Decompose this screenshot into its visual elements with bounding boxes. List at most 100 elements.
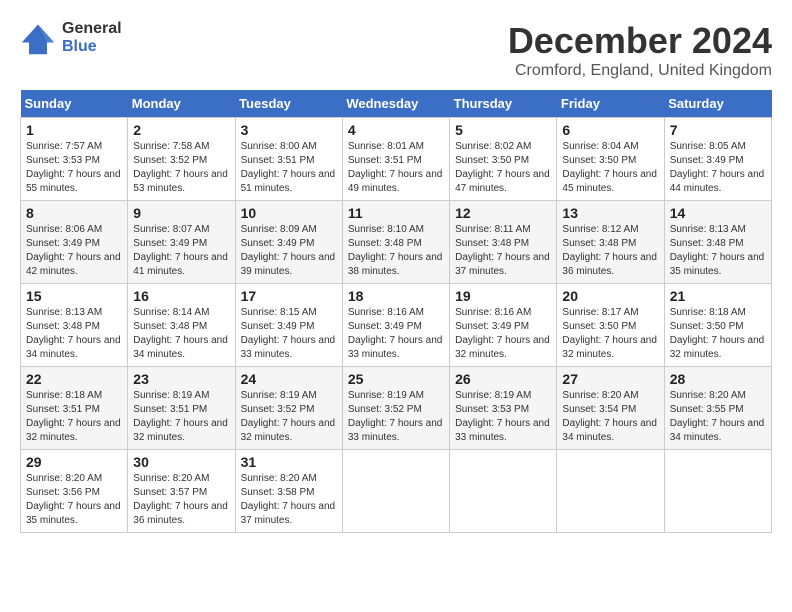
day-cell: 1 Sunrise: 7:57 AM Sunset: 3:53 PM Dayli… (21, 118, 128, 201)
day-info: Sunrise: 8:11 AM Sunset: 3:48 PM Dayligh… (455, 224, 550, 277)
day-cell (450, 450, 557, 533)
day-info: Sunrise: 8:12 AM Sunset: 3:48 PM Dayligh… (562, 224, 657, 277)
day-cell: 24 Sunrise: 8:19 AM Sunset: 3:52 PM Dayl… (235, 367, 342, 450)
day-cell: 19 Sunrise: 8:16 AM Sunset: 3:49 PM Dayl… (450, 284, 557, 367)
day-info: Sunrise: 8:20 AM Sunset: 3:54 PM Dayligh… (562, 390, 657, 443)
day-info: Sunrise: 8:16 AM Sunset: 3:49 PM Dayligh… (348, 307, 443, 360)
day-number: 2 (133, 122, 229, 138)
day-cell: 9 Sunrise: 8:07 AM Sunset: 3:49 PM Dayli… (128, 201, 235, 284)
day-number: 26 (455, 371, 551, 387)
day-cell: 8 Sunrise: 8:06 AM Sunset: 3:49 PM Dayli… (21, 201, 128, 284)
location-title: Cromford, England, United Kingdom (508, 62, 772, 80)
day-info: Sunrise: 8:04 AM Sunset: 3:50 PM Dayligh… (562, 141, 657, 194)
day-info: Sunrise: 8:07 AM Sunset: 3:49 PM Dayligh… (133, 224, 228, 277)
day-cell: 16 Sunrise: 8:14 AM Sunset: 3:48 PM Dayl… (128, 284, 235, 367)
title-area: December 2024 Cromford, England, United … (508, 20, 772, 80)
day-info: Sunrise: 8:13 AM Sunset: 3:48 PM Dayligh… (26, 307, 121, 360)
day-info: Sunrise: 8:20 AM Sunset: 3:55 PM Dayligh… (670, 390, 765, 443)
day-info: Sunrise: 8:20 AM Sunset: 3:56 PM Dayligh… (26, 473, 121, 526)
weekday-header-thursday: Thursday (450, 90, 557, 118)
day-number: 22 (26, 371, 122, 387)
day-number: 13 (562, 205, 658, 221)
day-number: 31 (241, 454, 337, 470)
day-number: 5 (455, 122, 551, 138)
week-row-2: 8 Sunrise: 8:06 AM Sunset: 3:49 PM Dayli… (21, 201, 772, 284)
logo-text: General Blue (62, 20, 122, 56)
day-cell: 2 Sunrise: 7:58 AM Sunset: 3:52 PM Dayli… (128, 118, 235, 201)
weekday-header-monday: Monday (128, 90, 235, 118)
day-number: 24 (241, 371, 337, 387)
day-info: Sunrise: 7:57 AM Sunset: 3:53 PM Dayligh… (26, 141, 121, 194)
day-info: Sunrise: 8:18 AM Sunset: 3:50 PM Dayligh… (670, 307, 765, 360)
weekday-header-sunday: Sunday (21, 90, 128, 118)
day-cell: 11 Sunrise: 8:10 AM Sunset: 3:48 PM Dayl… (342, 201, 449, 284)
day-cell: 22 Sunrise: 8:18 AM Sunset: 3:51 PM Dayl… (21, 367, 128, 450)
month-title: December 2024 (508, 20, 772, 62)
day-cell: 3 Sunrise: 8:00 AM Sunset: 3:51 PM Dayli… (235, 118, 342, 201)
day-number: 12 (455, 205, 551, 221)
day-number: 29 (26, 454, 122, 470)
day-info: Sunrise: 8:00 AM Sunset: 3:51 PM Dayligh… (241, 141, 336, 194)
day-info: Sunrise: 8:18 AM Sunset: 3:51 PM Dayligh… (26, 390, 121, 443)
weekday-header-saturday: Saturday (664, 90, 771, 118)
day-info: Sunrise: 8:13 AM Sunset: 3:48 PM Dayligh… (670, 224, 765, 277)
day-number: 4 (348, 122, 444, 138)
day-number: 10 (241, 205, 337, 221)
day-info: Sunrise: 8:19 AM Sunset: 3:53 PM Dayligh… (455, 390, 550, 443)
logo-icon (20, 20, 56, 56)
page-header: General Blue December 2024 Cromford, Eng… (20, 20, 772, 80)
weekday-header-tuesday: Tuesday (235, 90, 342, 118)
day-number: 25 (348, 371, 444, 387)
day-number: 30 (133, 454, 229, 470)
day-number: 27 (562, 371, 658, 387)
weekday-header-row: SundayMondayTuesdayWednesdayThursdayFrid… (21, 90, 772, 118)
day-cell: 25 Sunrise: 8:19 AM Sunset: 3:52 PM Dayl… (342, 367, 449, 450)
day-number: 1 (26, 122, 122, 138)
day-cell: 13 Sunrise: 8:12 AM Sunset: 3:48 PM Dayl… (557, 201, 664, 284)
day-info: Sunrise: 7:58 AM Sunset: 3:52 PM Dayligh… (133, 141, 228, 194)
day-cell: 23 Sunrise: 8:19 AM Sunset: 3:51 PM Dayl… (128, 367, 235, 450)
weekday-header-wednesday: Wednesday (342, 90, 449, 118)
day-number: 8 (26, 205, 122, 221)
day-number: 23 (133, 371, 229, 387)
day-cell: 30 Sunrise: 8:20 AM Sunset: 3:57 PM Dayl… (128, 450, 235, 533)
day-number: 18 (348, 288, 444, 304)
day-number: 28 (670, 371, 766, 387)
day-info: Sunrise: 8:09 AM Sunset: 3:49 PM Dayligh… (241, 224, 336, 277)
day-info: Sunrise: 8:19 AM Sunset: 3:52 PM Dayligh… (348, 390, 443, 443)
logo: General Blue (20, 20, 122, 56)
day-number: 16 (133, 288, 229, 304)
day-number: 9 (133, 205, 229, 221)
day-number: 21 (670, 288, 766, 304)
week-row-1: 1 Sunrise: 7:57 AM Sunset: 3:53 PM Dayli… (21, 118, 772, 201)
day-cell (342, 450, 449, 533)
day-number: 14 (670, 205, 766, 221)
day-info: Sunrise: 8:16 AM Sunset: 3:49 PM Dayligh… (455, 307, 550, 360)
day-info: Sunrise: 8:19 AM Sunset: 3:52 PM Dayligh… (241, 390, 336, 443)
day-cell: 29 Sunrise: 8:20 AM Sunset: 3:56 PM Dayl… (21, 450, 128, 533)
day-number: 20 (562, 288, 658, 304)
day-cell: 10 Sunrise: 8:09 AM Sunset: 3:49 PM Dayl… (235, 201, 342, 284)
day-cell: 14 Sunrise: 8:13 AM Sunset: 3:48 PM Dayl… (664, 201, 771, 284)
day-info: Sunrise: 8:19 AM Sunset: 3:51 PM Dayligh… (133, 390, 228, 443)
day-info: Sunrise: 8:20 AM Sunset: 3:58 PM Dayligh… (241, 473, 336, 526)
day-cell: 31 Sunrise: 8:20 AM Sunset: 3:58 PM Dayl… (235, 450, 342, 533)
day-number: 17 (241, 288, 337, 304)
day-cell: 15 Sunrise: 8:13 AM Sunset: 3:48 PM Dayl… (21, 284, 128, 367)
day-number: 11 (348, 205, 444, 221)
day-cell: 26 Sunrise: 8:19 AM Sunset: 3:53 PM Dayl… (450, 367, 557, 450)
day-cell: 27 Sunrise: 8:20 AM Sunset: 3:54 PM Dayl… (557, 367, 664, 450)
week-row-4: 22 Sunrise: 8:18 AM Sunset: 3:51 PM Dayl… (21, 367, 772, 450)
day-number: 6 (562, 122, 658, 138)
day-cell (664, 450, 771, 533)
week-row-3: 15 Sunrise: 8:13 AM Sunset: 3:48 PM Dayl… (21, 284, 772, 367)
day-info: Sunrise: 8:15 AM Sunset: 3:49 PM Dayligh… (241, 307, 336, 360)
day-cell: 4 Sunrise: 8:01 AM Sunset: 3:51 PM Dayli… (342, 118, 449, 201)
week-row-5: 29 Sunrise: 8:20 AM Sunset: 3:56 PM Dayl… (21, 450, 772, 533)
day-cell: 21 Sunrise: 8:18 AM Sunset: 3:50 PM Dayl… (664, 284, 771, 367)
day-info: Sunrise: 8:06 AM Sunset: 3:49 PM Dayligh… (26, 224, 121, 277)
day-info: Sunrise: 8:10 AM Sunset: 3:48 PM Dayligh… (348, 224, 443, 277)
day-info: Sunrise: 8:17 AM Sunset: 3:50 PM Dayligh… (562, 307, 657, 360)
weekday-header-friday: Friday (557, 90, 664, 118)
day-cell (557, 450, 664, 533)
